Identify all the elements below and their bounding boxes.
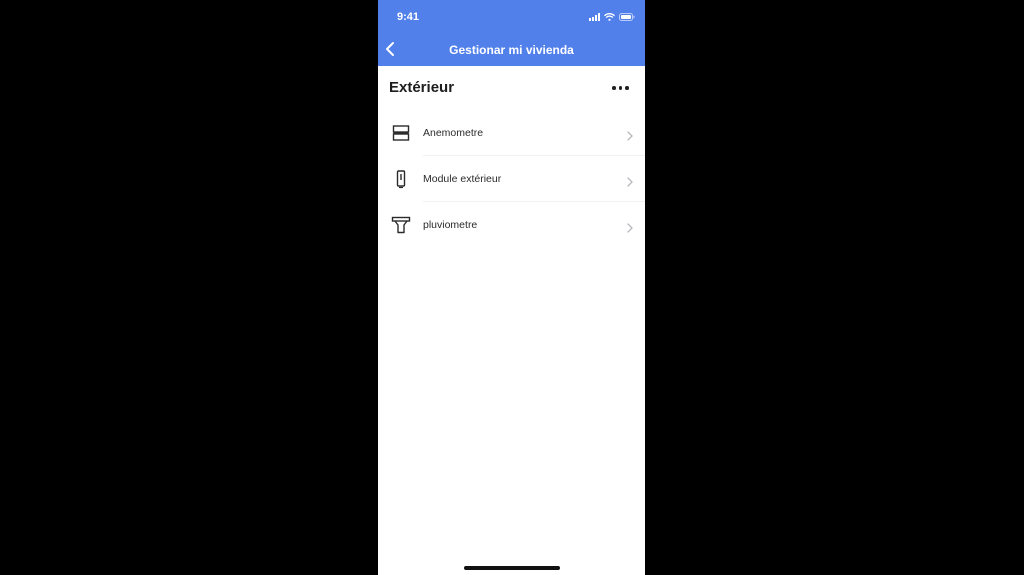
- cellular-signal-icon: [589, 13, 600, 21]
- battery-icon: [619, 13, 635, 21]
- device-label: Anemometre: [423, 127, 484, 139]
- rain-gauge-icon: [391, 215, 411, 235]
- status-time: 9:41: [397, 11, 420, 23]
- device-label: Module extérieur: [423, 173, 502, 185]
- page-title: Gestionar mi vivienda: [449, 43, 574, 57]
- chevron-right-icon: [627, 174, 633, 187]
- chevron-right-icon: [627, 220, 633, 233]
- home-indicator[interactable]: [464, 566, 560, 570]
- device-row-anemometre[interactable]: Anemometre: [378, 110, 645, 156]
- outdoor-module-icon: [391, 169, 411, 189]
- device-row-pluviometre[interactable]: pluviometre: [378, 202, 645, 248]
- device-row-module-exterieur[interactable]: Module extérieur: [378, 156, 645, 202]
- wifi-icon: [604, 13, 615, 21]
- app-header: 9:41 Gestionar mi vivienda: [378, 0, 645, 66]
- device-label: pluviometre: [423, 219, 478, 231]
- status-icons: [589, 12, 635, 22]
- section-title: Extérieur: [389, 79, 455, 96]
- phone-screen: 9:41 Gestionar mi vivienda Extérieur Ane…: [378, 0, 645, 575]
- device-list: Anemometre Module extérieur pluviometre: [378, 110, 645, 248]
- more-horizontal-icon[interactable]: [612, 83, 630, 93]
- chevron-right-icon: [627, 128, 633, 141]
- anemometer-icon: [391, 123, 411, 143]
- section-header: Extérieur: [378, 66, 645, 110]
